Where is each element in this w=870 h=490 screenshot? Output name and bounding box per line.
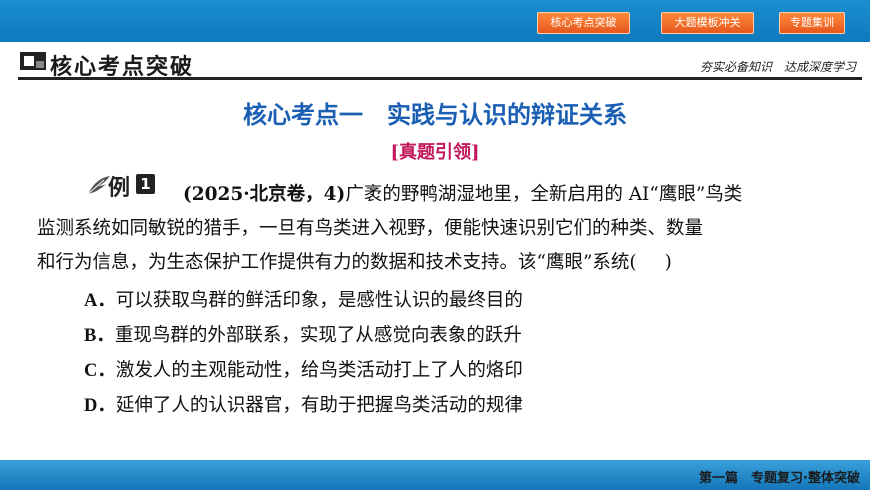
option-text: 延伸了人的认识器官，有助于把握鸟类活动的规律 [115,395,523,416]
option-c[interactable]: C．激发人的主观能动性，给鸟类活动打上了人的烙印 [84,353,844,388]
question-source: (2025·北京卷，4) [183,184,346,205]
option-text: 重现鸟群的外部联系，实现了从感觉向表象的跃升 [114,325,522,346]
footer-bar: 第一篇 专题复习·整体突破 [0,460,870,490]
option-d[interactable]: D．延伸了人的认识器官，有助于把握鸟类活动的规律 [84,388,844,423]
option-key: A． [84,291,116,311]
option-key: C． [84,361,116,381]
option-text: 可以获取鸟群的鲜活印象，是感性认识的最终目的 [115,290,523,311]
nav-button-core-points[interactable]: 核心考点突破 [537,12,630,34]
question-stem: (2025·北京卷，4)广袤的野鸭湖湿地里，全新启用的 AI“鹰眼”鸟类 监测系… [37,178,837,280]
top-nav-bar: 核心考点突破 大题模板冲关 专题集训 [0,0,870,42]
section-square-icon [20,52,46,70]
question-text-line3: 和行为信息，为生态保护工作提供有力的数据和技术支持。该“鹰眼”系统( [37,252,637,273]
nav-button-practice[interactable]: 专题集训 [779,12,845,34]
section-subtitle: 夯实必备知识 达成深度学习 [699,60,856,74]
option-key: D． [84,396,116,416]
option-text: 激发人的主观能动性，给鸟类活动打上了人的烙印 [115,360,523,381]
question-text-line1: 广袤的野鸭湖湿地里，全新启用的 AI“鹰眼”鸟类 [345,184,743,205]
sub-label: [真题引领] [390,142,480,163]
question-text-close: ) [664,252,672,273]
option-key: B． [84,326,115,346]
section-header: 核心考点突破 夯实必备知识 达成深度学习 [0,44,870,80]
nav-button-templates[interactable]: 大题模板冲关 [661,12,754,34]
slide-title: 核心考点一 实践与认识的辩证关系 [243,101,627,129]
option-a[interactable]: A．可以获取鸟群的鲜活印象，是感性认识的最终目的 [84,283,844,318]
section-divider [18,77,862,80]
footer-text: 第一篇 专题复习·整体突破 [699,471,860,486]
question-text-line2: 监测系统如同敏锐的猎手，一旦有鸟类进入视野，便能快速识别它们的种类、数量 [37,218,704,239]
option-b[interactable]: B．重现鸟群的外部联系，实现了从感觉向表象的跃升 [84,318,844,353]
answer-options: A．可以获取鸟群的鲜活印象，是感性认识的最终目的 B．重现鸟群的外部联系，实现了… [84,283,844,423]
